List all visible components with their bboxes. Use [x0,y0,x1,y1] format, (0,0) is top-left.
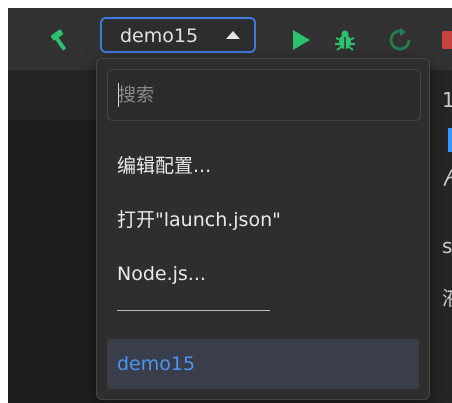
stop-icon[interactable] [440,28,452,52]
panel-text-fragment: ん [442,168,452,188]
search-field[interactable] [107,69,421,121]
panel-text-fragment: 1 [442,88,452,112]
menu-separator [117,310,270,311]
launch-config-dropdown: 编辑配置... 打开"launch.json" Node.js... demo1… [96,58,430,400]
menu-item-demo15[interactable]: demo15 [107,339,419,389]
play-icon[interactable] [288,28,312,52]
panel-blue-mark [448,128,452,152]
editor-area [8,120,104,403]
launch-config-select[interactable]: demo15 [100,17,256,53]
bug-icon[interactable] [333,28,357,52]
menu-item-demo15-label: demo15 [117,353,196,375]
restart-icon[interactable] [388,28,412,52]
panel-text-fragment: 液 [442,288,452,308]
launch-config-label: demo15 [120,25,199,47]
search-input[interactable] [118,80,408,110]
menu-item-edit-config[interactable]: 编辑配置... [117,153,211,179]
hammer-icon[interactable] [48,28,72,52]
triangle-up-icon [226,31,240,39]
menu-item-nodejs[interactable]: Node.js... [117,261,206,287]
panel-text-fragment: s [442,234,452,258]
menu-item-open-launch-json[interactable]: 打开"launch.json" [117,207,281,233]
window: demo15 1 s 搜索 编辑配置... 打开"launch.json" No… [8,8,452,403]
